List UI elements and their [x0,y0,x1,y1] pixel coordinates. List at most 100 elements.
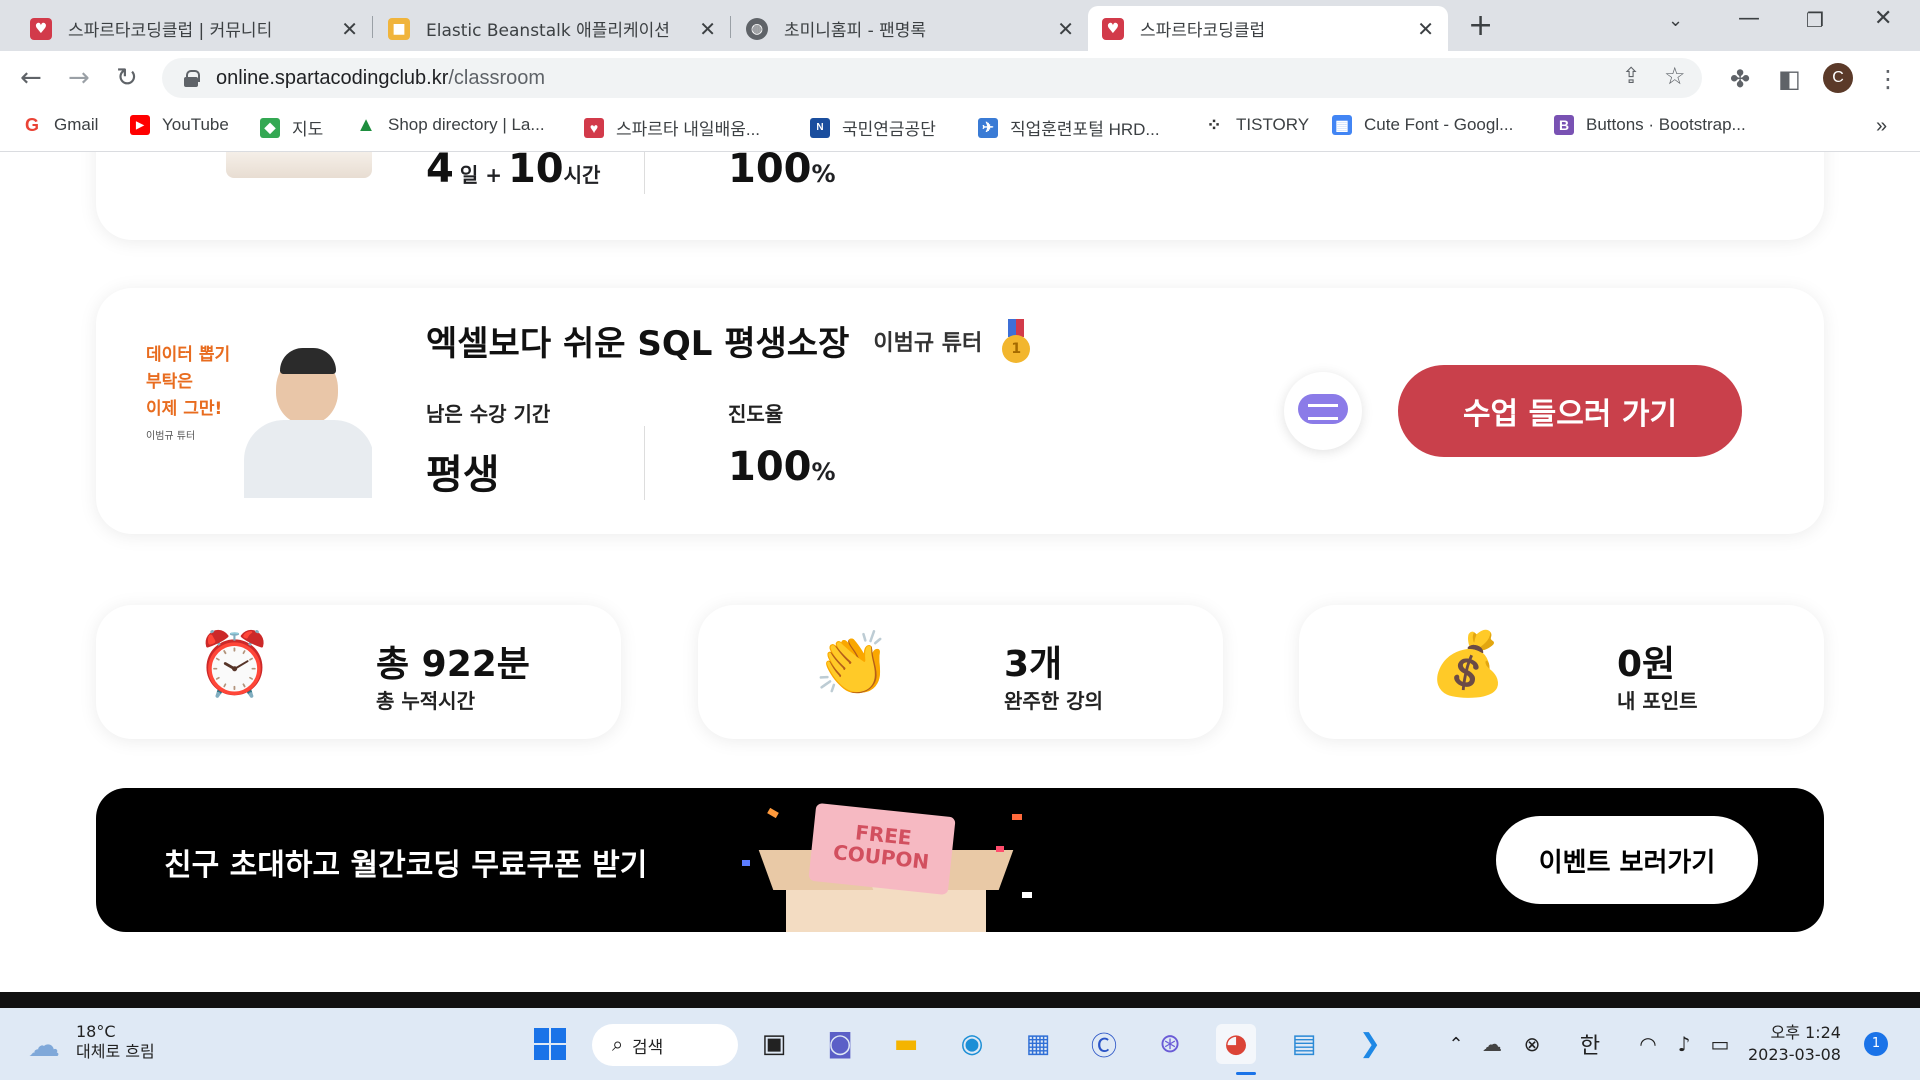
reload-icon[interactable]: ↻ [116,63,138,93]
notepad-icon[interactable]: ▤ [1284,1024,1324,1064]
stat-divider [644,152,645,194]
sparta-favicon-icon: ♥ [584,117,604,138]
windows-taskbar: ☁ 18°C 대체로 흐림 ⌕ 검색 ▣ ◙ ▬ ◉ ▦ Ⓒ ⊛ ◕ ▤ ❯ ⌃… [0,1008,1920,1080]
clock[interactable]: 오후 1:24 2023-03-08 [1748,1022,1841,1066]
notification-badge[interactable]: 1 [1864,1032,1888,1056]
back-arrow-icon[interactable]: ← [20,63,42,93]
bookmark-youtube[interactable]: ▶ YouTube [130,115,229,135]
chat-bubble-icon[interactable] [1284,372,1362,450]
tutor-shirt-photo [244,420,372,498]
tree-icon: ▲ [356,113,376,136]
bookmark-bootstrap[interactable]: B Buttons · Bootstrap... [1554,115,1746,135]
close-tab-icon[interactable]: ✕ [1417,17,1434,41]
bookmark-gmail[interactable]: G Gmail [22,115,98,135]
tab-title: 스파르타코딩클럽 | 커뮤니티 [68,21,273,41]
lock-icon [184,70,200,87]
youtube-icon: ▶ [130,115,150,135]
close-tab-icon[interactable]: ✕ [341,17,358,41]
taskbar-search[interactable]: ⌕ 검색 [592,1024,738,1066]
go-to-class-button[interactable]: 수업 들으러 가기 [1398,365,1742,457]
gold-medal-icon: 1 [1002,318,1031,363]
course-thumbnail[interactable]: 데이터 뽑기 부탁은 이제 그만! 이범규 튜터 [136,328,372,498]
bookmark-shop-directory[interactable]: ▲ Shop directory | La... [356,113,544,136]
windows-start-icon[interactable] [530,1024,570,1064]
volume-icon[interactable]: ♪ [1664,1024,1704,1064]
address-bar[interactable]: online.spartacodingclub.kr/classroom ⇪ ☆ [162,58,1702,98]
search-icon: ⌕ [612,1032,624,1056]
teams-chat-icon[interactable]: ◙ [820,1024,860,1064]
view-event-button[interactable]: 이벤트 보러가기 [1496,816,1758,904]
app-c-icon[interactable]: Ⓒ [1084,1024,1124,1064]
app-arrow-icon[interactable]: ⊛ [1150,1024,1190,1064]
invite-banner[interactable]: 친구 초대하고 월간코딩 무료쿠폰 받기 FREE COUPON 이벤트 보러가… [96,788,1824,932]
chrome-icon[interactable]: ◕ [1216,1024,1256,1064]
stat-card-completed: 👏 3개 완주한 강의 [698,605,1223,739]
ime-indicator[interactable]: 한 [1570,1024,1610,1064]
new-tab-button[interactable]: + [1468,8,1493,43]
tutor-hair-photo [280,348,336,374]
close-tab-icon[interactable]: ✕ [1057,17,1074,41]
progress-label: 진도율 [728,402,784,426]
tab-elastic-beanstalk[interactable]: ■ Elastic Beanstalk 애플리케이션 ✕ [374,6,730,51]
bookmark-cute-font[interactable]: ▦ Cute Font - Googl... [1332,115,1513,135]
task-view-icon[interactable]: ▣ [754,1024,794,1064]
share-icon[interactable]: ⇪ [1622,64,1640,89]
tab-strip: ♥ 스파르타코딩클럽 | 커뮤니티 ✕ ■ Elastic Beanstalk … [0,0,1920,51]
close-window-button[interactable]: ✕ [1874,6,1892,31]
tab-minihompy[interactable]: ◍ 초미니홈피 - 팬명록 ✕ [732,6,1088,51]
vscode-icon[interactable]: ❯ [1350,1024,1390,1064]
browser-toolbar: ← → ↻ online.spartacodingclub.kr/classro… [0,51,1920,105]
menu-kebab-icon[interactable]: ⋮ [1876,65,1900,93]
stat-card-total-time: ⏰ 총 922분 총 누적시간 [96,605,621,739]
profile-avatar[interactable]: C [1823,63,1853,93]
stat-divider [644,426,645,500]
bookmark-maps[interactable]: ◆ 지도 [260,115,323,140]
minimize-button[interactable]: — [1738,6,1760,31]
money-bag-icon: 💰 [1429,627,1507,700]
points-label: 내 포인트 [1617,689,1698,713]
edge-browser-icon[interactable]: ◉ [952,1024,992,1064]
wifi-icon[interactable]: ◠ [1628,1024,1668,1064]
bootstrap-b-icon: B [1554,115,1574,135]
globe-icon: ◍ [746,17,768,40]
bookmark-sparta-nbc[interactable]: ♥ 스파르타 내일배움... [584,115,760,140]
completed-label: 완주한 강의 [1004,689,1103,713]
tab-search-chevron-icon[interactable]: ⌄ [1668,10,1683,31]
total-time-value: 총 922분 [376,644,530,685]
url-text: online.spartacodingclub.kr/classroom [216,66,546,89]
tab-sparta-active[interactable]: ♥ 스파르타코딩클럽 ✕ [1088,6,1448,51]
bookmark-hrd[interactable]: ✈ 직업훈련포털 HRD... [978,115,1160,140]
restore-button[interactable]: ❐ [1806,8,1824,32]
active-app-indicator [1236,1072,1256,1075]
alarm-clock-icon: ⏰ [196,627,274,700]
tutor-name: 이범규 튜터 [873,330,983,356]
battery-icon[interactable]: ▭ [1700,1024,1740,1064]
weather-widget[interactable]: 18°C 대체로 흐림 [76,1022,155,1062]
bookmark-tistory[interactable]: ⁘ TISTORY [1204,115,1309,135]
thumbnail-caption: 데이터 뽑기 부탁은 이제 그만! 이범규 튜터 [146,345,231,442]
tab-community[interactable]: ♥ 스파르타코딩클럽 | 커뮤니티 ✕ [16,6,372,51]
clapping-hands-icon: 👏 [814,627,892,700]
side-panel-icon[interactable]: ◧ [1778,65,1801,93]
tray-chevron-up-icon[interactable]: ⌃ [1436,1024,1476,1064]
bookmarks-bar: G Gmail ▶ YouTube ◆ 지도 ▲ Shop directory | La… [0,105,1920,152]
cloud-sync-error-icon[interactable]: ☁ [1472,1024,1512,1064]
extensions-puzzle-icon[interactable]: ✤ [1730,65,1750,93]
forward-arrow-icon[interactable]: → [68,63,90,93]
aws-box-icon: ■ [388,17,410,40]
ms-store-icon[interactable]: ▦ [1018,1024,1058,1064]
more-bookmarks-button[interactable]: » [1876,115,1887,138]
tab-title: 스파르타코딩클럽 [1140,21,1266,41]
course-card-partial: 4 일 + 10 시간 100 % [96,152,1824,240]
close-tab-icon[interactable]: ✕ [699,17,716,41]
course-title[interactable]: 엑셀보다 쉬운 SQL 평생소장 [426,316,849,365]
remaining-period-value: 평생 [426,452,500,498]
tray-app-x-icon[interactable]: ⊗ [1512,1024,1552,1064]
study-time-value: 4 일 + 10 시간 [426,152,601,192]
file-explorer-icon[interactable]: ▬ [886,1024,926,1064]
tab-title: Elastic Beanstalk 애플리케이션 [426,21,670,41]
weather-cloud-icon[interactable]: ☁ [28,1026,60,1064]
bookmark-nps[interactable]: N 국민연금공단 [810,115,936,140]
total-time-label: 총 누적시간 [376,689,475,713]
star-bookmark-icon[interactable]: ☆ [1664,62,1686,90]
